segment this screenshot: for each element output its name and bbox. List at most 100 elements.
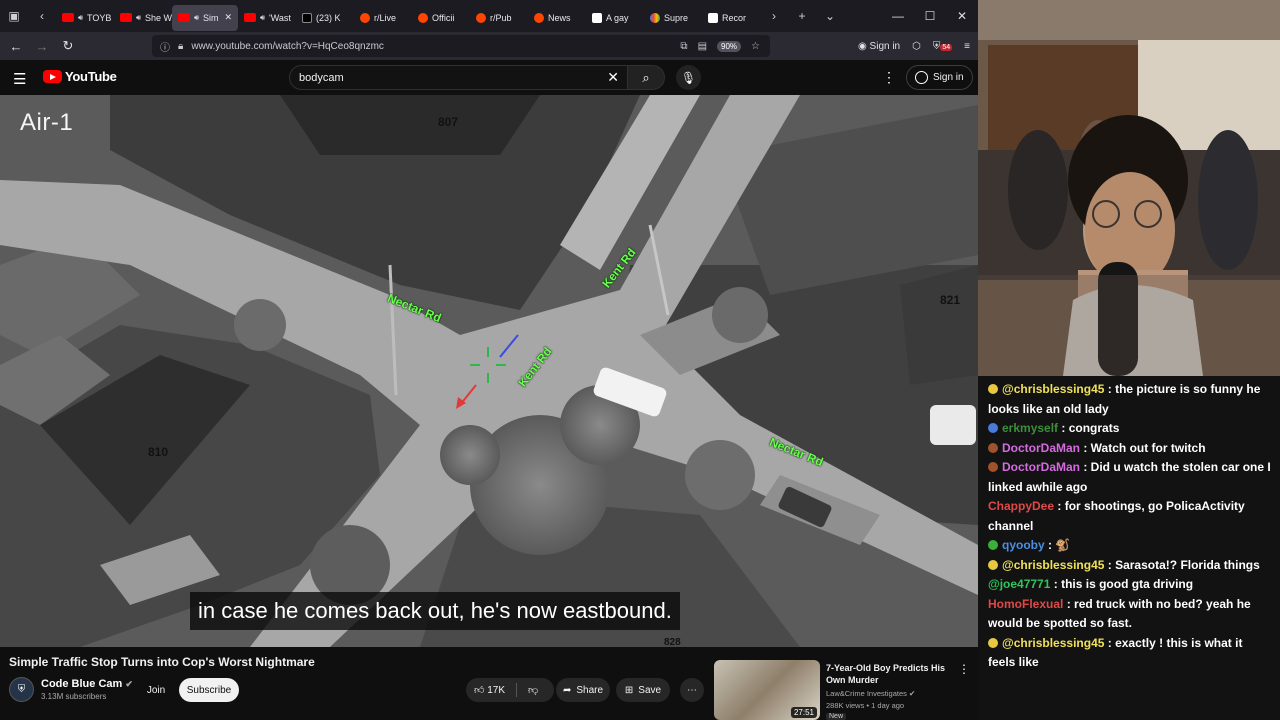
thumbs-up-icon: 👍︎	[474, 685, 485, 696]
browser-tab[interactable]: 🔊︎ TOYB	[56, 5, 114, 31]
chat-username[interactable]: qyooby	[1002, 538, 1045, 552]
picture-in-picture-icon[interactable]: ⧉	[680, 41, 687, 52]
reddit-favicon-icon	[534, 12, 544, 23]
clear-search-icon[interactable]: ✕	[607, 69, 619, 86]
divider	[516, 683, 518, 697]
channel-avatar[interactable]: ⛨	[9, 677, 34, 702]
tab-label: A gay	[606, 12, 629, 23]
subscribe-button[interactable]: Subscribe	[179, 678, 239, 702]
recommended-channel[interactable]: Law&Crime Investigates ✔	[826, 689, 915, 698]
like-button[interactable]: 👍︎ 17K	[474, 684, 505, 696]
tab-audio-icon[interactable]: 🔊︎	[78, 13, 83, 23]
tabs-scroll-left-icon[interactable]: ‹	[28, 0, 56, 32]
chat-username[interactable]: @chrisblessing45	[1002, 382, 1104, 396]
video-overlay-title: Air-1	[20, 109, 74, 136]
chat-username[interactable]: DoctorDaMan	[1002, 460, 1080, 474]
thumbs-down-icon: 👎︎	[528, 685, 539, 696]
youtube-sign-in-button[interactable]: Sign in	[906, 65, 973, 90]
tab-audio-icon[interactable]: 🔊︎	[260, 13, 265, 23]
video-duration: 27:51	[790, 707, 817, 718]
browser-tab[interactable]: 🔊︎ Sim ✕	[172, 4, 238, 31]
chat-text: : this is good gta driving	[1050, 577, 1194, 591]
new-tab-icon[interactable]: +	[788, 0, 816, 32]
x-favicon-icon	[302, 12, 312, 23]
browser-tab[interactable]: (23) K	[296, 5, 354, 31]
youtube-favicon-icon	[244, 13, 256, 22]
chat-badge-icon	[988, 442, 998, 453]
browser-tab[interactable]: 🔊︎ 'Wast	[238, 5, 296, 31]
browser-tab[interactable]: Supre	[644, 5, 702, 31]
browser-tab[interactable]: r/Pub	[470, 5, 528, 31]
tab-label: Recor	[722, 12, 747, 23]
site-info-icon[interactable]: ⓘ	[160, 39, 170, 54]
chat-username[interactable]: erkmyself	[1002, 421, 1058, 435]
tab-audio-icon[interactable]: 🔊︎	[194, 13, 199, 23]
chat-badge-icon	[988, 540, 998, 550]
tab-audio-icon[interactable]: 🔊︎	[136, 13, 141, 23]
browser-tab-bar: ▣ ‹ 🔊︎ TOYB 🔊︎ She W 🔊︎ Sim ✕ 🔊︎ 'Wast (23) K r/Li…	[0, 0, 978, 32]
adblock-extension-icon[interactable]: ⛨ 54	[933, 41, 953, 52]
browser-tab[interactable]: A gay	[586, 5, 644, 31]
chat-username[interactable]: @chrisblessing45	[1002, 558, 1104, 572]
search-icon: ⌕	[642, 69, 650, 85]
close-window-icon[interactable]: ✕	[946, 9, 978, 23]
close-tab-icon[interactable]: ✕	[224, 12, 232, 23]
chat-username[interactable]: HomoFlexual	[988, 597, 1063, 611]
dislike-button[interactable]: 👎︎	[528, 684, 538, 696]
url-bar[interactable]: ⓘ 🔒︎ www.youtube.com/watch?v=HqCeo8qnzmc…	[152, 35, 770, 57]
tab-label: She W	[145, 12, 172, 23]
extensions-icon[interactable]: ⬡	[912, 41, 921, 52]
bookmark-star-icon[interactable]: ☆	[751, 41, 760, 52]
guide-menu-icon[interactable]: ☰	[13, 70, 26, 88]
maximize-icon[interactable]: ☐	[914, 9, 946, 23]
chat-message: @chrisblessing45 : the picture is so fun…	[988, 380, 1272, 419]
youtube-favicon-icon	[120, 13, 132, 22]
chat-message: ChappyDee : for shootings, go PolicaActi…	[988, 497, 1272, 536]
browser-tab[interactable]: Officii	[412, 5, 470, 31]
save-button[interactable]: ⊞ Save	[616, 678, 670, 702]
voice-search-button[interactable]: 🎙︎	[676, 65, 701, 90]
browser-tab[interactable]: Recor	[702, 5, 760, 31]
tab-label: 'Wast	[269, 12, 291, 23]
recommended-title[interactable]: 7-Year-Old Boy Predicts His Own Murder	[826, 662, 950, 686]
back-icon[interactable]: ←	[3, 39, 29, 54]
youtube-logo[interactable]: YouTube	[43, 69, 117, 84]
chat-username[interactable]: DoctorDaMan	[1002, 441, 1080, 455]
chat-username[interactable]: ChappyDee	[988, 499, 1054, 513]
window-controls: — ☐ ✕	[882, 9, 978, 23]
join-button[interactable]: Join	[139, 678, 173, 702]
browser-tab[interactable]: 🔊︎ She W	[114, 5, 172, 31]
settings-kebab-icon[interactable]: ⋮	[882, 69, 896, 86]
zoom-level[interactable]: 90%	[717, 40, 742, 52]
forward-icon[interactable]: →	[29, 39, 55, 54]
shield-icon: ⛨	[17, 684, 26, 695]
extension-badge: 54	[940, 43, 953, 51]
house-number-label: 828	[664, 637, 681, 647]
search-button[interactable]: ⌕	[627, 65, 665, 90]
reader-view-icon[interactable]: ▤	[698, 41, 707, 52]
tab-overview-icon[interactable]: ▣	[0, 0, 28, 32]
channel-name[interactable]: Code Blue Cam ✔	[41, 678, 133, 690]
chat-username[interactable]: @joe47771	[988, 577, 1050, 591]
bookmark-icon: ⊞	[624, 684, 634, 696]
tabs-scroll-right-icon[interactable]: ›	[760, 0, 788, 32]
video-title: Simple Traffic Stop Turns into Cop's Wor…	[9, 655, 315, 669]
recommended-menu-icon[interactable]: ⋮	[958, 662, 970, 676]
tab-label: TOYB	[87, 12, 112, 23]
reload-icon[interactable]: ↻	[55, 38, 81, 54]
chat-message: DoctorDaMan : Did u watch the stolen car…	[988, 458, 1272, 497]
chat-text: : Sarasota!? Florida things	[1104, 557, 1260, 572]
chat-username[interactable]: @chrisblessing45	[1002, 636, 1104, 650]
account-button[interactable]: ◉ Sign in	[858, 41, 900, 52]
browser-tab[interactable]: r/Live	[354, 5, 412, 31]
search-input[interactable]: bodycam ✕	[289, 65, 628, 90]
browser-tab[interactable]: News	[528, 5, 586, 31]
minimize-icon[interactable]: —	[882, 9, 914, 23]
tab-list-icon[interactable]: ⌄	[816, 0, 844, 32]
share-button[interactable]: ➦ Share	[556, 678, 610, 702]
app-menu-icon[interactable]: ≡	[964, 41, 970, 52]
video-player[interactable]: Air-1 807 821 810 828 Nectar Rd Kent Rd …	[0, 95, 978, 647]
reddit-favicon-icon	[360, 12, 370, 23]
more-actions-button[interactable]: ⋯	[680, 678, 704, 702]
recommended-thumbnail[interactable]: 27:51	[714, 660, 820, 720]
